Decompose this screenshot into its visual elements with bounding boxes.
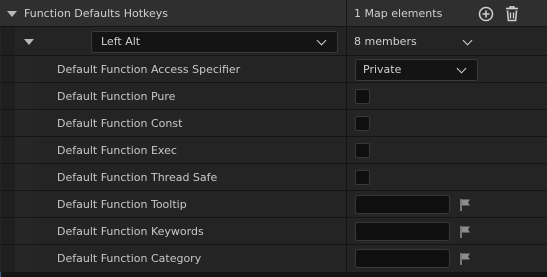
map-entry-row: Left Alt 8 members — [0, 27, 547, 78]
property-row-access-specifier: Default Function Access Specifier Privat… — [0, 56, 547, 83]
property-row-thread-safe: Default Function Thread Safe — [0, 164, 547, 191]
collapse-arrow-icon[interactable] — [7, 11, 17, 17]
chevron-down-icon — [456, 63, 467, 74]
header-name-cell: Function Defaults Hotkeys — [0, 0, 346, 27]
keywords-text-field[interactable] — [355, 222, 450, 241]
property-label: Default Function Pure — [57, 90, 176, 103]
tooltip-text-field[interactable] — [355, 195, 450, 214]
indent-guide — [15, 164, 33, 191]
header-value-cell: 1 Map elements — [347, 0, 547, 27]
indent-guide — [15, 137, 33, 164]
flag-icon[interactable] — [459, 198, 473, 212]
property-value-cell — [347, 83, 547, 110]
property-name-cell: Default Function Category — [0, 245, 346, 272]
access-specifier-value: Private — [363, 63, 402, 76]
property-label: Default Function Thread Safe — [57, 171, 218, 184]
property-name-cell: Default Function Const — [0, 110, 346, 137]
indent-guide — [15, 110, 33, 137]
indent-guide — [15, 191, 33, 218]
property-name-cell: Default Function Pure — [0, 83, 346, 110]
const-checkbox[interactable] — [355, 116, 370, 131]
property-name-cell: Default Function Keywords — [0, 218, 346, 245]
property-row-category: Default Function Category — [0, 245, 547, 272]
pure-checkbox[interactable] — [355, 89, 370, 104]
collapse-arrow-icon[interactable] — [24, 39, 34, 45]
property-name-cell: Default Function Access Specifier — [0, 56, 346, 83]
indent-guide — [1, 218, 15, 245]
chevron-down-icon[interactable] — [462, 35, 473, 46]
access-specifier-dropdown[interactable]: Private — [355, 59, 478, 81]
property-row-keywords: Default Function Keywords — [0, 218, 547, 245]
property-label: Default Function Exec — [57, 144, 177, 157]
property-label: Default Function Const — [57, 117, 183, 130]
property-label: Default Function Category — [57, 252, 202, 265]
members-count-text: 8 members — [354, 35, 417, 48]
indent-guide — [1, 245, 15, 272]
trash-icon[interactable] — [504, 5, 520, 22]
indent-guide — [1, 191, 15, 218]
key-dropdown[interactable]: Left Alt — [91, 31, 338, 53]
property-row-exec: Default Function Exec — [0, 137, 547, 164]
property-name-cell: Default Function Tooltip — [0, 191, 346, 218]
property-name-cell: Default Function Thread Safe — [0, 164, 346, 191]
property-row-pure: Default Function Pure — [0, 83, 547, 110]
property-value-cell — [347, 164, 547, 191]
property-label: Default Function Tooltip — [57, 198, 187, 211]
indent-guide — [1, 110, 15, 137]
map-count-text: 1 Map elements — [354, 7, 443, 20]
property-value-cell — [347, 110, 547, 137]
property-row-const: Default Function Const — [0, 110, 547, 137]
indent-guide — [15, 218, 33, 245]
key-dropdown-value: Left Alt — [101, 35, 141, 48]
thread-safe-checkbox[interactable] — [355, 170, 370, 185]
category-text-field[interactable] — [355, 249, 450, 268]
property-label: Default Function Keywords — [57, 225, 204, 238]
chevron-down-icon — [316, 35, 327, 46]
flag-icon[interactable] — [459, 252, 473, 266]
indent-guide — [1, 164, 15, 191]
property-value-cell — [347, 137, 547, 164]
map-entry-value-cell: 8 members — [347, 27, 547, 56]
indent-guide — [1, 27, 15, 56]
property-header-row: Function Defaults Hotkeys 1 Map elements — [0, 0, 547, 27]
indent-guide — [1, 56, 15, 83]
property-label: Default Function Access Specifier — [57, 63, 241, 76]
indent-guide — [1, 137, 15, 164]
add-circle-icon[interactable] — [478, 6, 494, 22]
property-title: Function Defaults Hotkeys — [24, 7, 169, 20]
flag-icon[interactable] — [459, 225, 473, 239]
indent-guide — [15, 83, 33, 110]
exec-checkbox[interactable] — [355, 143, 370, 158]
indent-guide — [1, 83, 15, 110]
indent-guide — [15, 56, 33, 83]
property-row-tooltip: Default Function Tooltip — [0, 191, 547, 218]
property-name-cell: Default Function Exec — [0, 137, 346, 164]
indent-guide — [15, 245, 33, 272]
